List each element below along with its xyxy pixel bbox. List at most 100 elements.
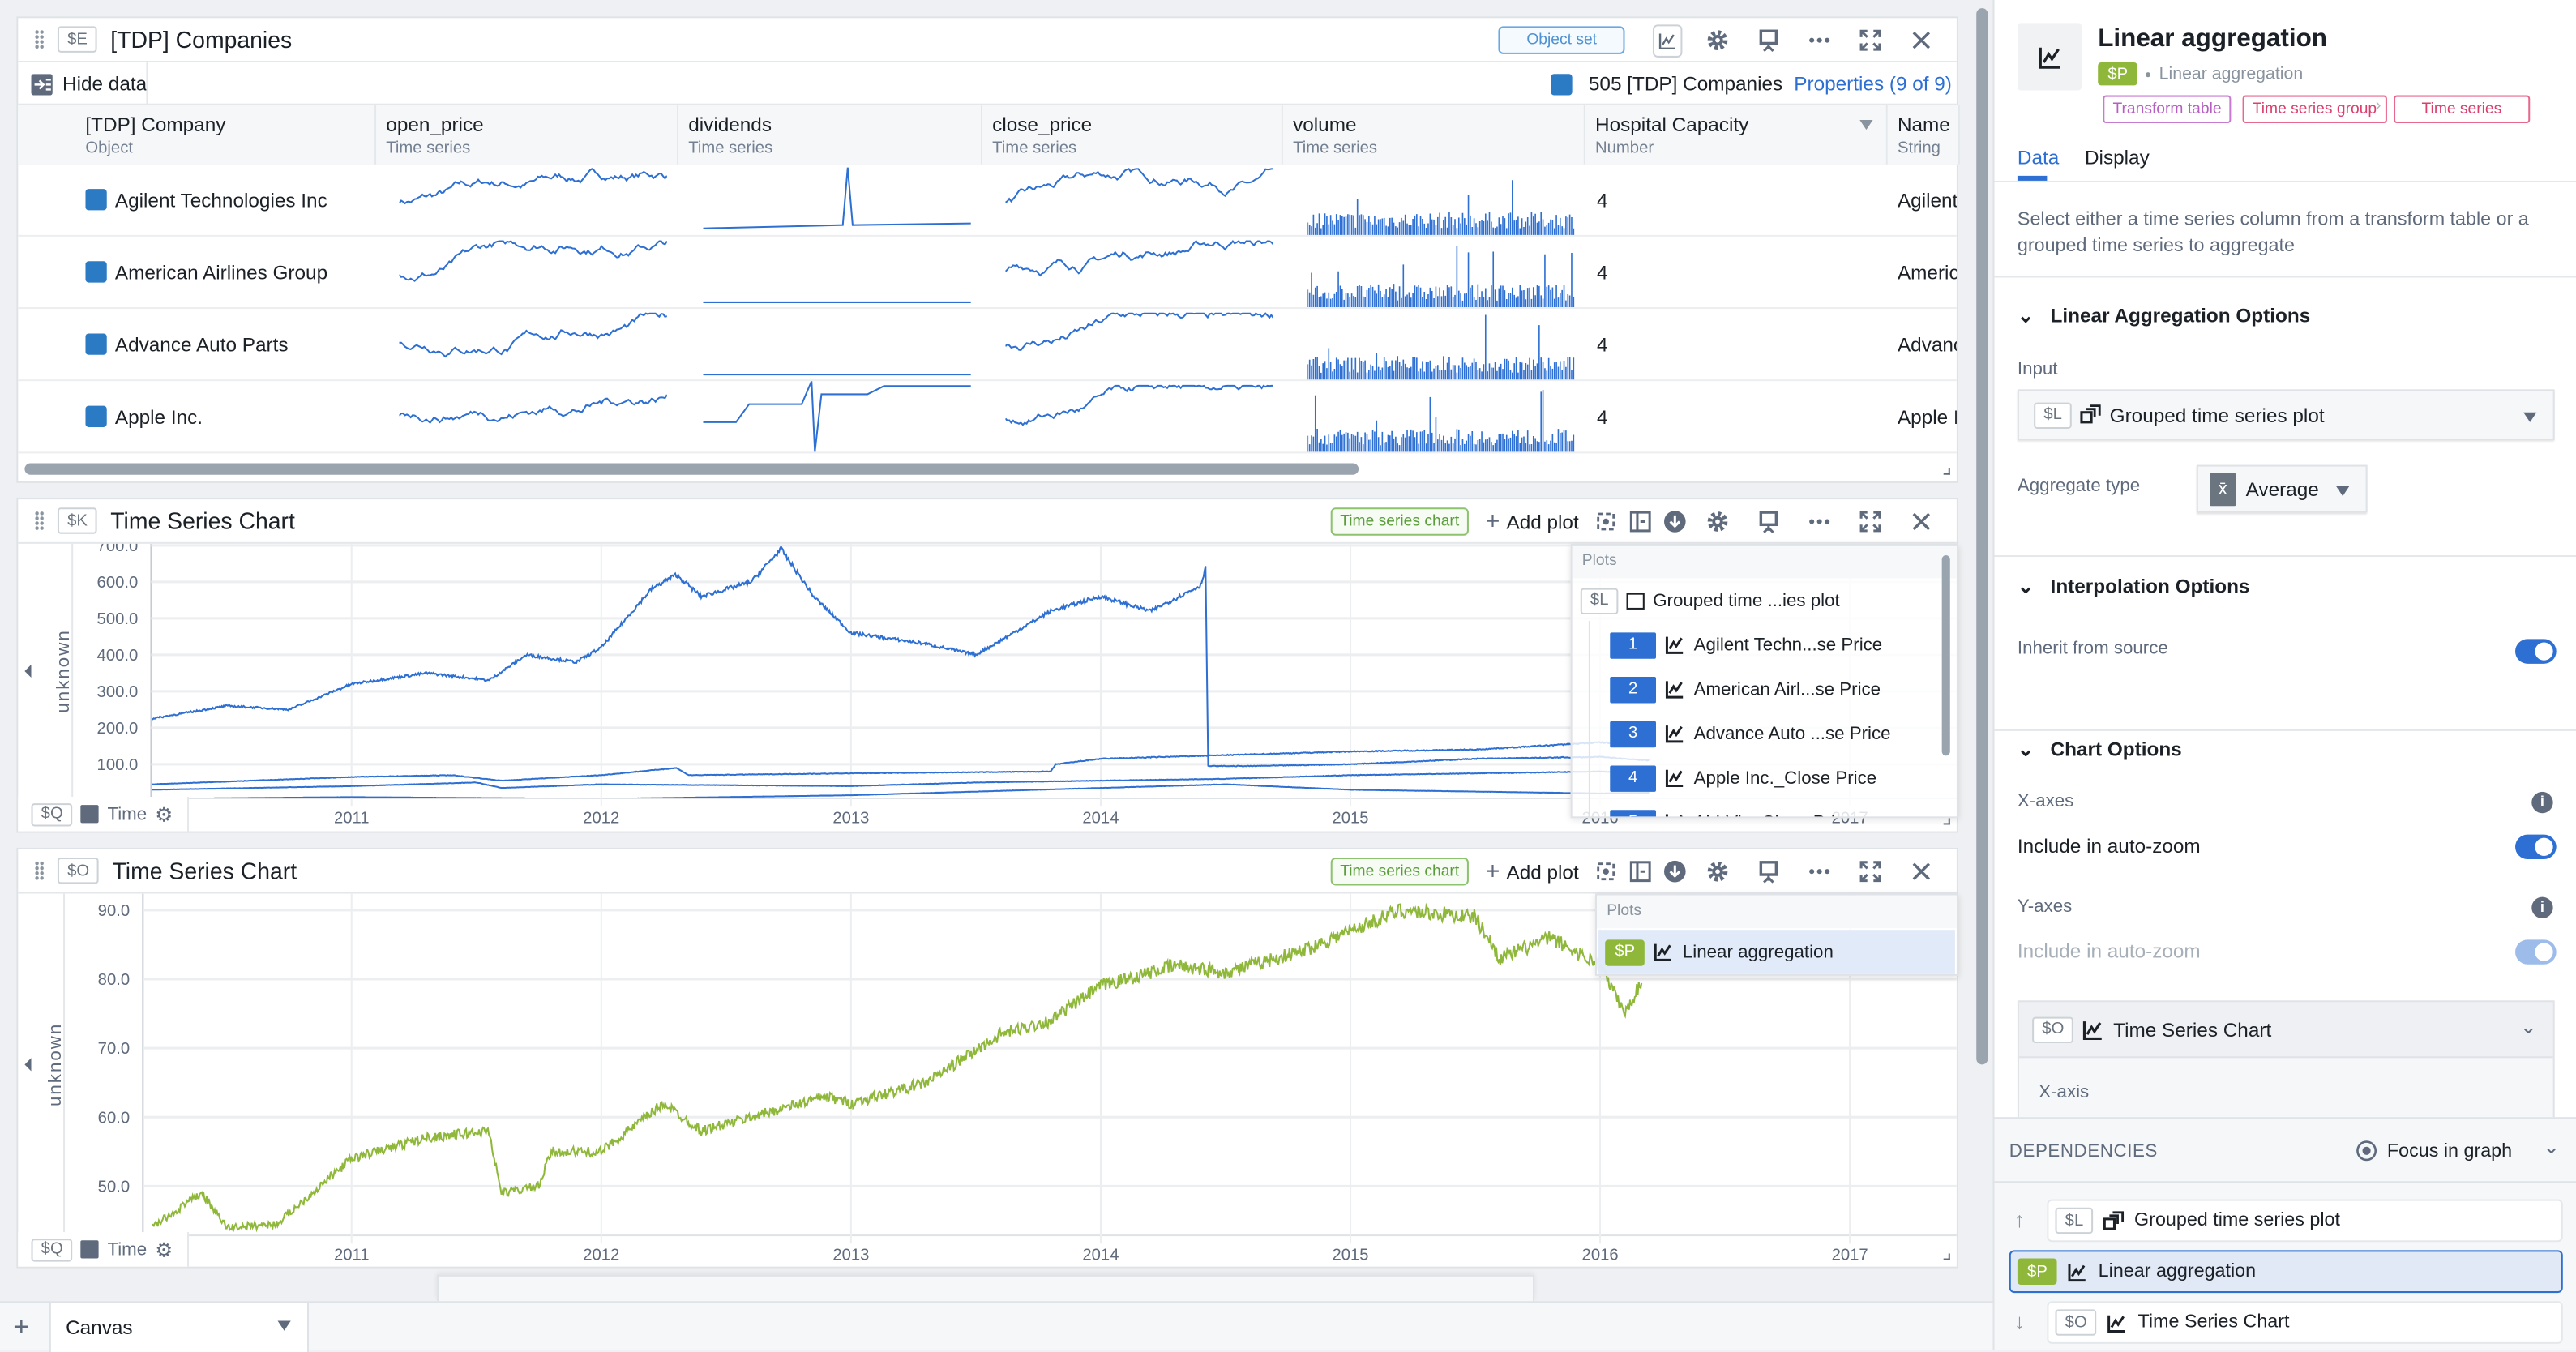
chart-card-header[interactable]: $O Time Series Chart ⌄ xyxy=(2018,1002,2553,1059)
aggregate-type-select[interactable]: x̄ Average xyxy=(2196,464,2368,513)
present-button[interactable] xyxy=(1743,499,1794,544)
plot-item[interactable]: 1 Agilent Techn...se Price xyxy=(1573,623,1957,667)
company-cell[interactable]: American Airlines Group xyxy=(85,237,376,307)
fit-button[interactable] xyxy=(1589,849,1624,894)
column-header[interactable]: volume Time series xyxy=(1282,105,1585,165)
settings-button[interactable] xyxy=(1692,849,1744,894)
focus-in-graph-button[interactable]: Focus in graph xyxy=(2356,1140,2512,1162)
resize-handle-icon[interactable] xyxy=(1943,818,1950,825)
more-button[interactable] xyxy=(1794,499,1845,544)
plot-item[interactable]: 4 Apple Inc._Close Price xyxy=(1573,755,1957,800)
input-select[interactable]: $L Grouped time series plot xyxy=(2017,389,2555,441)
variable-badge: $Q xyxy=(31,802,73,826)
section-interpolation[interactable]: ⌄ Interpolation Options xyxy=(2018,575,2250,597)
close-icon xyxy=(1912,862,1931,880)
drag-handle-icon[interactable] xyxy=(34,511,45,531)
gear-icon[interactable]: ⚙ xyxy=(155,802,173,825)
hide-data-icon xyxy=(31,73,53,95)
dependency-label: Linear aggregation xyxy=(2098,1261,2257,1281)
x-autozoom-toggle[interactable] xyxy=(2515,834,2557,860)
sparkline xyxy=(703,381,971,452)
line-chart-icon xyxy=(1654,943,1672,961)
hide-data-button[interactable]: Hide data xyxy=(31,72,148,96)
dependency-item[interactable]: $P Linear aggregation xyxy=(2009,1250,2563,1294)
close-button[interactable] xyxy=(1896,18,1947,62)
collapse-axis-icon[interactable] xyxy=(24,664,32,678)
resize-handle-icon[interactable] xyxy=(1943,1253,1950,1260)
volume-bars xyxy=(1307,180,1575,235)
close-button[interactable] xyxy=(1896,499,1947,544)
table-row[interactable]: Apple Inc. 4 Apple I xyxy=(18,381,1957,454)
add-plot-button[interactable]: + Add plot xyxy=(1486,507,1579,535)
company-cell[interactable]: Agilent Technologies Inc xyxy=(85,165,376,235)
dependency-item[interactable]: $O Time Series Chart xyxy=(2047,1301,2563,1344)
column-header[interactable]: open_price Time series xyxy=(376,105,679,165)
canvas-tab[interactable]: Canvas xyxy=(49,1303,310,1352)
dot-separator xyxy=(2146,71,2151,77)
column-header[interactable]: dividends Time series xyxy=(678,105,983,165)
plots-scrollbar[interactable] xyxy=(1941,555,1950,756)
dependency-item[interactable]: $L Grouped time series plot xyxy=(2047,1199,2563,1243)
drag-handle-icon[interactable] xyxy=(34,861,45,881)
download-button[interactable] xyxy=(1658,849,1692,894)
chart-card-title: Time Series Chart xyxy=(2113,1017,2272,1041)
drag-handle-icon[interactable] xyxy=(34,29,45,49)
resize-handle-icon[interactable] xyxy=(1943,468,1950,475)
divider xyxy=(1994,1181,2576,1183)
company-cell[interactable]: Advance Auto Parts xyxy=(85,309,376,379)
settings-button[interactable] xyxy=(1692,499,1744,544)
plot-item[interactable]: 5 AbbVie_Close Pri xyxy=(1573,800,1957,817)
tab-data[interactable]: Data xyxy=(2018,146,2059,169)
more-button[interactable] xyxy=(1794,849,1845,894)
time-axis-footer: $Q Time ⚙ xyxy=(18,1232,190,1267)
inherit-toggle[interactable] xyxy=(2515,639,2557,664)
info-icon[interactable]: i xyxy=(2531,791,2553,814)
caret-down-icon xyxy=(2523,412,2537,422)
present-button[interactable] xyxy=(1743,849,1794,894)
chevron-down-icon[interactable]: ⌄ xyxy=(2543,1136,2559,1158)
layout-button[interactable] xyxy=(1623,499,1658,544)
info-icon[interactable]: i xyxy=(2531,896,2553,918)
plot-group-item[interactable]: $L Grouped time ...ies plot xyxy=(1573,578,1957,623)
caret-down-icon xyxy=(277,1320,291,1331)
company-cell[interactable]: Apple Inc. xyxy=(85,381,376,451)
add-canvas-button[interactable]: + xyxy=(13,1311,29,1344)
y-tick-label: 200.0 xyxy=(97,720,139,738)
table-row[interactable]: Advance Auto Parts 4 Advanc xyxy=(18,309,1957,382)
properties-link[interactable]: Properties (9 of 9) xyxy=(1794,72,1952,95)
collapse-axis-icon[interactable] xyxy=(24,1058,32,1072)
add-plot-button[interactable]: + Add plot xyxy=(1486,858,1579,885)
column-name: Name xyxy=(1897,113,1950,137)
variable-badge: $O xyxy=(2055,1309,2097,1336)
column-header[interactable]: [TDP] Company Object xyxy=(18,105,377,165)
vertical-scrollbar[interactable] xyxy=(1976,8,1988,1065)
layout-button[interactable] xyxy=(1623,849,1658,894)
settings-button[interactable] xyxy=(1692,18,1744,62)
plot-item[interactable]: $P Linear aggregation xyxy=(1598,930,1955,974)
table-row[interactable]: Agilent Technologies Inc 4 Agilent xyxy=(18,165,1957,237)
column-header[interactable]: Name String xyxy=(1887,105,1960,165)
divider xyxy=(1994,180,2576,182)
table-row[interactable]: American Airlines Group 4 Americ xyxy=(18,237,1957,310)
present-button[interactable] xyxy=(1743,18,1794,62)
column-header[interactable]: close_price Time series xyxy=(982,105,1283,165)
more-button[interactable] xyxy=(1794,18,1845,62)
close-button[interactable] xyxy=(1896,849,1947,894)
maximize-button[interactable] xyxy=(1845,499,1896,544)
sort-caret-icon[interactable] xyxy=(1859,119,1873,130)
section-linear-aggregation[interactable]: ⌄ Linear Aggregation Options xyxy=(2018,304,2310,327)
download-button[interactable] xyxy=(1658,499,1692,544)
maximize-button[interactable] xyxy=(1845,18,1896,62)
sparkline xyxy=(1005,168,1273,203)
section-chart-options[interactable]: ⌄ Chart Options xyxy=(2018,738,2182,760)
plot-item[interactable]: 2 American Airl...se Price xyxy=(1573,667,1957,712)
column-header[interactable]: Hospital Capacity Number xyxy=(1585,105,1888,165)
chart-view-button[interactable] xyxy=(1641,18,1692,62)
tab-display[interactable]: Display xyxy=(2085,146,2150,169)
horizontal-scrollbar[interactable] xyxy=(24,463,1359,475)
gear-icon[interactable]: ⚙ xyxy=(155,1238,173,1260)
maximize-button[interactable] xyxy=(1845,849,1896,894)
plot-item[interactable]: 3 Advance Auto ...se Price xyxy=(1573,712,1957,756)
line-chart-icon xyxy=(2107,1314,2126,1332)
fit-button[interactable] xyxy=(1589,499,1624,544)
